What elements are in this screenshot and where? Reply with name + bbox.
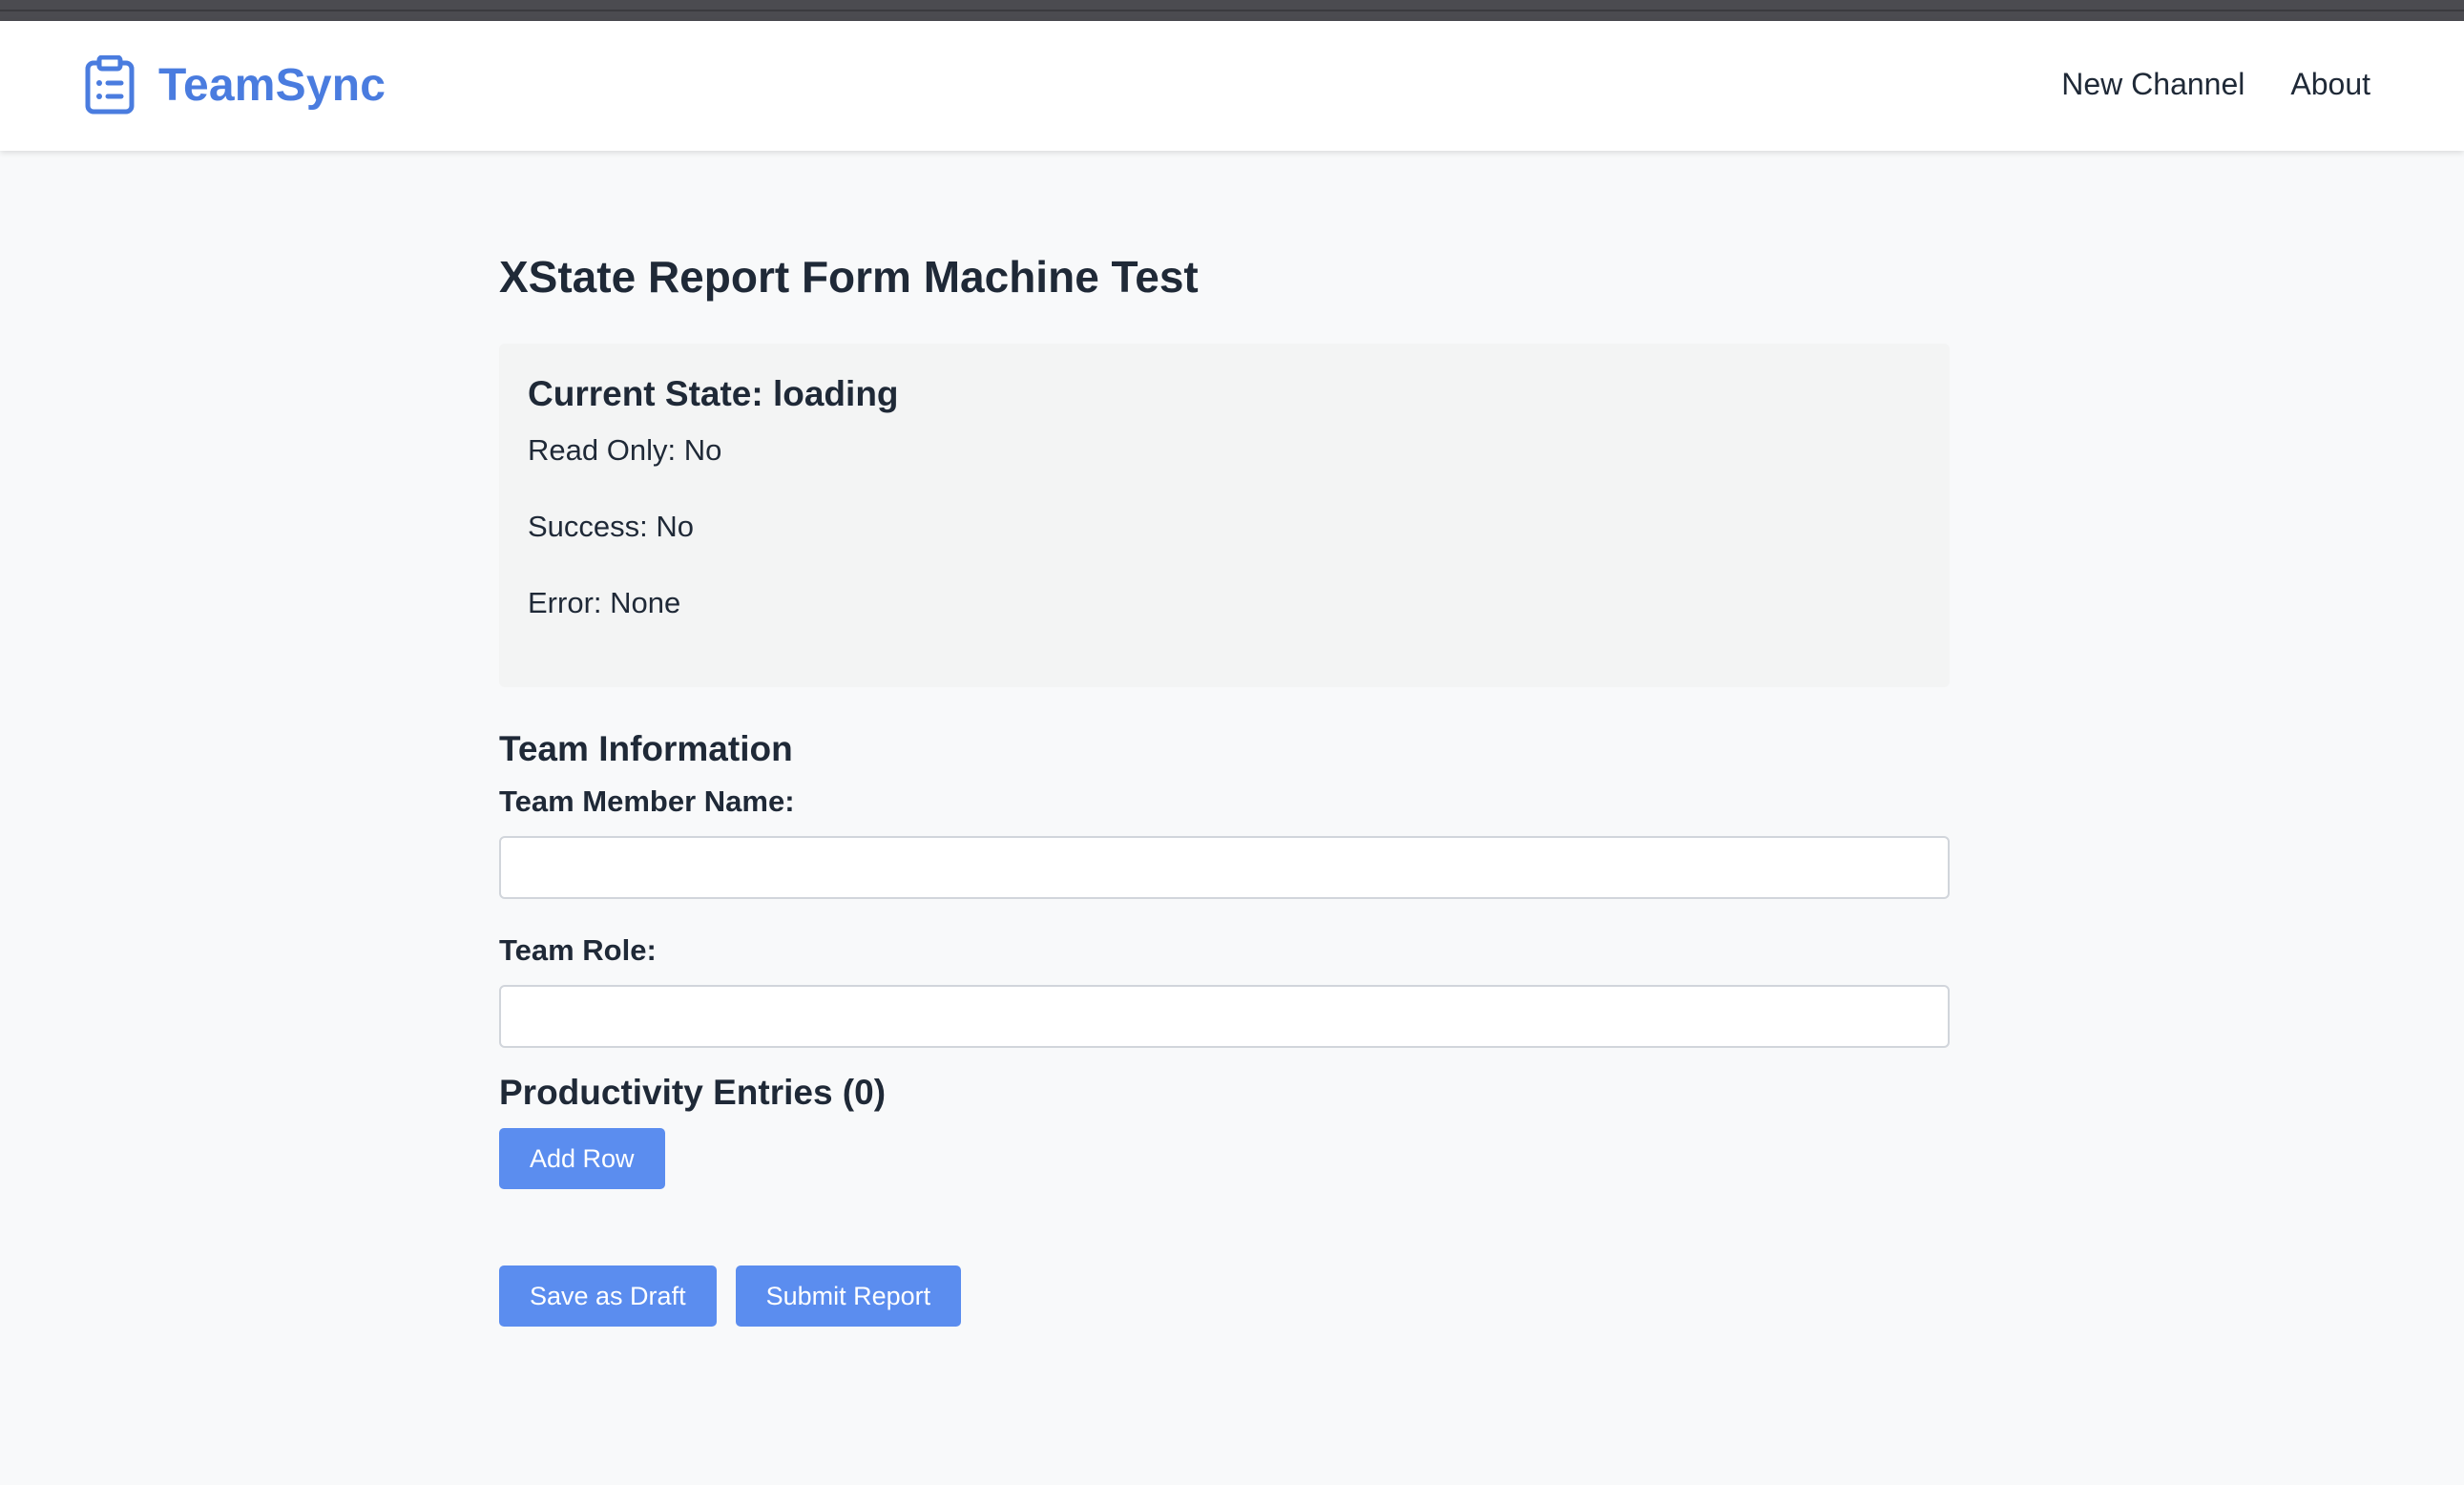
error-status: Error: None — [528, 586, 681, 619]
browser-top-strip — [0, 0, 2464, 22]
productivity-heading: Productivity Entries (0) — [499, 1073, 887, 1112]
nav-links: New Channel About — [2061, 67, 2370, 102]
add-row-wrapper: Add Row — [499, 1128, 1950, 1189]
success-status: Success: No — [528, 510, 695, 543]
nav-link-about[interactable]: About — [2290, 67, 2370, 102]
main-content: XState Report Form Machine Test Current … — [499, 246, 1950, 1327]
navbar: TeamSync New Channel About — [0, 21, 2464, 151]
brand-name: TeamSync — [158, 59, 386, 111]
brand[interactable]: TeamSync — [84, 55, 386, 115]
member-name-label: Team Member Name: — [499, 784, 795, 818]
clipboard-list-icon — [85, 55, 135, 115]
team-role-label: Team Role: — [499, 933, 657, 967]
team-role-input[interactable] — [499, 985, 1950, 1048]
current-state-heading: Current State: loading — [528, 374, 899, 413]
nav-link-new-channel[interactable]: New Channel — [2061, 67, 2245, 102]
submit-report-button[interactable]: Submit Report — [735, 1265, 962, 1327]
page-title: XState Report Form Machine Test — [499, 252, 1199, 302]
team-info-heading: Team Information — [499, 729, 793, 768]
member-name-input[interactable] — [499, 836, 1950, 899]
add-row-button[interactable]: Add Row — [499, 1128, 665, 1189]
read-only-status: Read Only: No — [528, 433, 722, 467]
form-actions: Save as Draft Submit Report — [499, 1265, 1950, 1327]
state-panel: Current State: loading Read Only: No Suc… — [499, 344, 1950, 687]
save-draft-button[interactable]: Save as Draft — [499, 1265, 717, 1327]
